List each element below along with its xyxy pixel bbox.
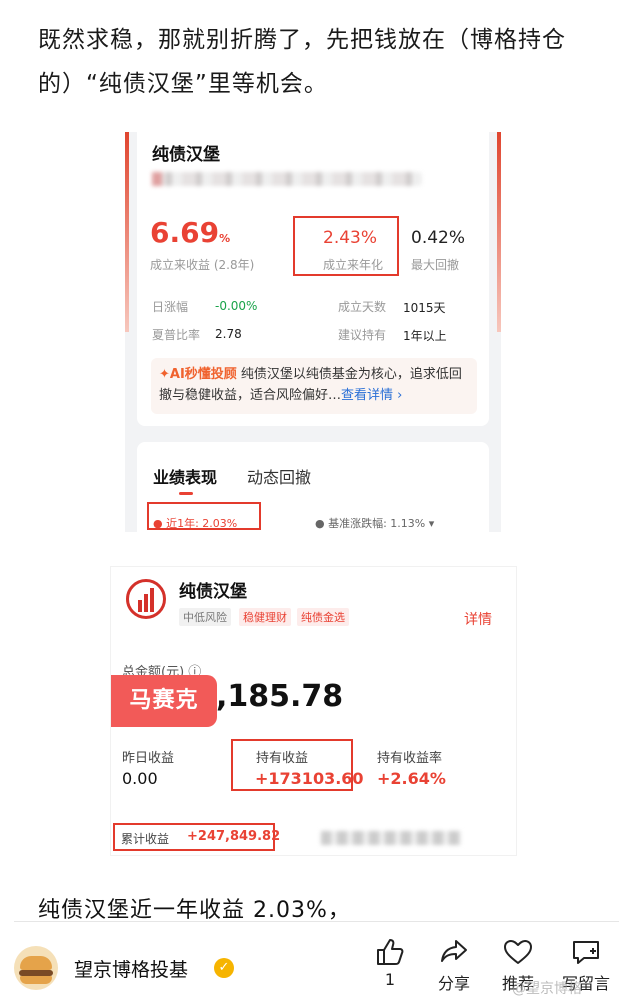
share-label: 分享 [437, 974, 470, 993]
annual-return-value: 2.43% [323, 228, 378, 248]
stable-tag: 稳健理财 [239, 608, 291, 626]
blurred-subtitle [152, 172, 422, 186]
annual-return-label: 成立来年化 [323, 258, 384, 272]
fund-title: 纯债汉堡 [152, 145, 220, 165]
total-return-label: 成立来收益 (2.8年) [150, 258, 255, 272]
like-count: 1 [384, 970, 396, 989]
holding-fund-title: 纯债汉堡 [179, 582, 247, 602]
days-label: 成立天数 [338, 300, 387, 314]
details-link[interactable]: 详情 [464, 609, 492, 629]
yesterday-value: 0.00 [122, 769, 158, 788]
holding-gain-label: 持有收益 [256, 751, 309, 766]
daily-change-value: -0.00% [215, 299, 258, 313]
fund-summary-card: 纯债汉堡 6.69% 成立来收益 (2.8年) 2.43% 成立来年化 0.42… [137, 132, 489, 426]
holding-gain-value: +173103.60 [255, 769, 364, 788]
accent-bar-left [125, 132, 129, 332]
max-drawdown-label: 最大回撤 [411, 258, 460, 272]
tab-drawdown[interactable]: 动态回撤 [247, 464, 311, 488]
fund-overview-screenshot: 纯债汉堡 6.69% 成立来收益 (2.8年) 2.43% 成立来年化 0.42… [125, 132, 501, 532]
verified-badge-icon: ✓ [214, 958, 234, 978]
mosaic-mask: 马赛克 [111, 675, 217, 727]
days-value: 1015天 [403, 301, 446, 315]
tab-performance[interactable]: 业绩表现 [153, 464, 217, 488]
fund-logo-icon [126, 579, 166, 619]
heart-icon [504, 940, 532, 964]
like-button[interactable]: 1 [367, 938, 413, 989]
performance-card: 业绩表现 动态回撤 ● 近1年: 2.03% ● 基准涨跌幅: 1.13% ▾ [137, 442, 489, 532]
active-tab-indicator [179, 492, 193, 495]
sharpe-label: 夏普比率 [152, 328, 201, 342]
blurred-text [321, 831, 461, 845]
comment-icon [573, 941, 599, 964]
hold-period-label: 建议持有 [338, 328, 387, 342]
max-drawdown-value: 0.42% [411, 228, 466, 248]
one-year-return: ● 近1年: 2.03% [153, 517, 238, 530]
total-return-unit: % [219, 232, 231, 245]
total-amount-value: ,185.78 [216, 679, 344, 714]
holding-rate-value: +2.64% [377, 769, 446, 788]
author-name[interactable]: 望京博格投基 [74, 955, 188, 982]
total-return: 6.69% [150, 216, 230, 249]
intro-paragraph: 既然求稳，那就别折腾了，先把钱放在（博格持仓的）“纯债汉堡”里等机会。 [38, 27, 566, 97]
holding-screenshot: 纯债汉堡 中低风险 稳健理财 纯债金选 详情 总金额(元) ⓘ ,185.78 … [110, 566, 517, 856]
summary-text: 纯债汉堡近一年收益 2.03%， [38, 898, 351, 923]
bond-tag: 纯债金选 [297, 608, 349, 626]
total-return-value: 6.69 [150, 216, 220, 249]
holding-rate-label: 持有收益率 [377, 751, 443, 766]
yesterday-label: 昨日收益 [122, 751, 175, 766]
watermark: @望京博格 [512, 981, 582, 997]
author-avatar[interactable] [14, 946, 58, 990]
view-details-link[interactable]: 查看详情 › [341, 388, 402, 403]
ai-advisor-tag: ✦AI秒懂投顾 [159, 367, 237, 382]
sharpe-value: 2.78 [215, 327, 242, 341]
daily-change-label: 日涨幅 [152, 300, 189, 314]
like-icon [377, 939, 404, 965]
hold-period-value: 1年以上 [403, 329, 447, 343]
divider [14, 921, 619, 922]
cumulative-value: +247,849.82 [187, 829, 281, 844]
accent-bar-right [497, 132, 501, 332]
share-icon [441, 940, 467, 962]
ai-advisor-box[interactable]: ✦AI秒懂投顾 纯债汉堡以纯债基金为核心，追求低回撤与稳健收益，适合风险偏好…查… [151, 358, 477, 414]
benchmark-change[interactable]: ● 基准涨跌幅: 1.13% ▾ [315, 515, 434, 531]
share-button[interactable]: 分享 [431, 938, 477, 994]
cumulative-label: 累计收益 [121, 832, 170, 846]
risk-tag: 中低风险 [179, 608, 231, 626]
